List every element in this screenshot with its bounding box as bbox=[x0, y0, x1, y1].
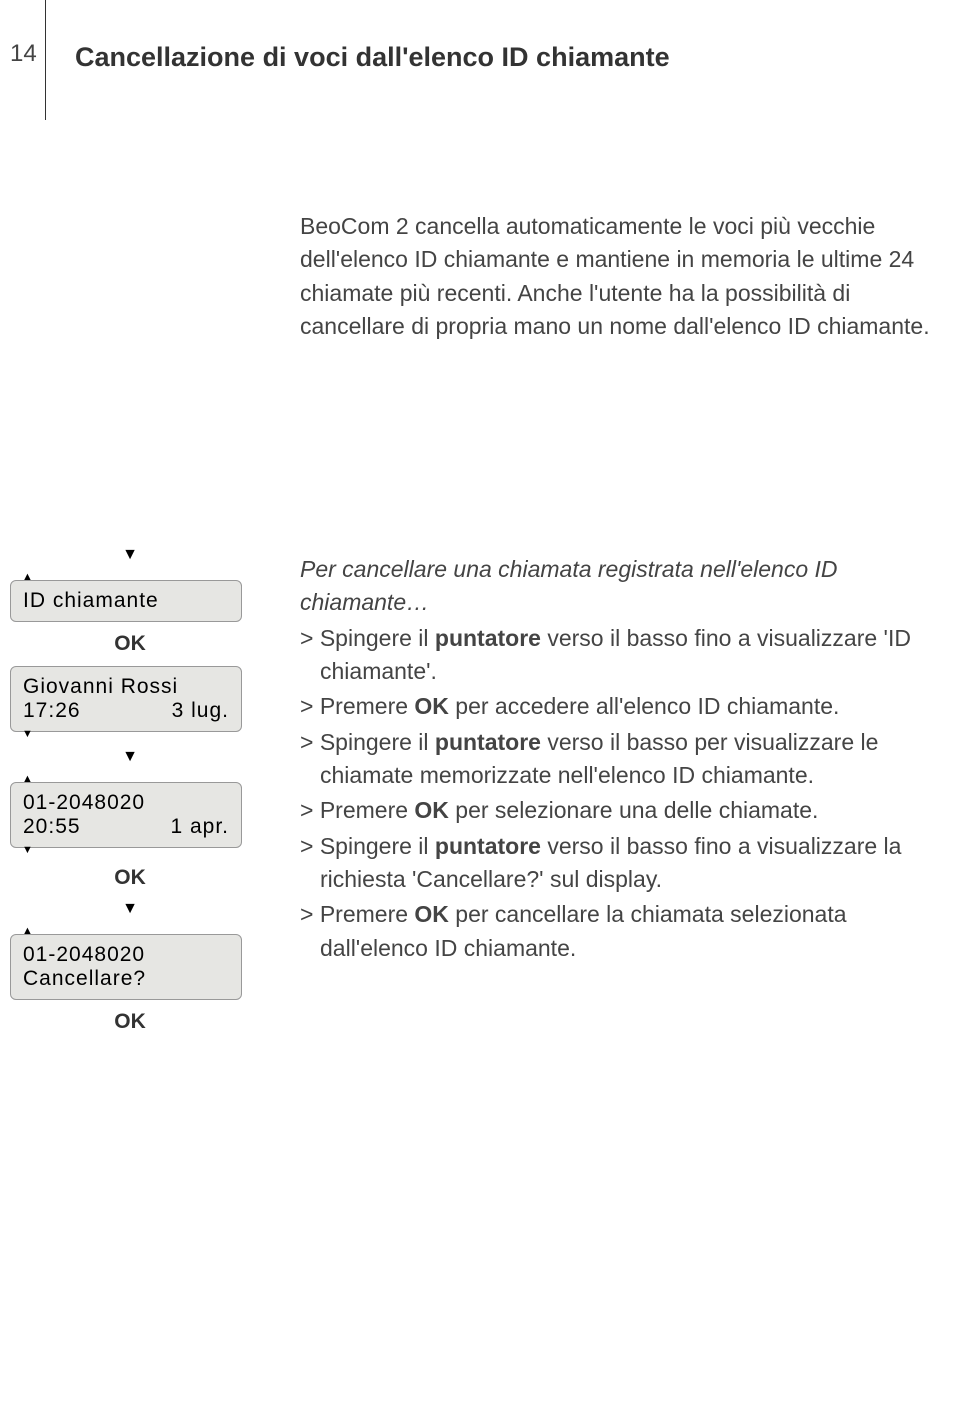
step-text: > Spingere il bbox=[300, 729, 435, 755]
left-column: ▼ ▲ ID chiamante OK Giovanni Rossi 17:26… bbox=[10, 540, 250, 1044]
step-3: > Spingere il puntatore verso il basso p… bbox=[300, 726, 960, 793]
margin-rule bbox=[45, 0, 46, 120]
right-column: Per cancellare una chiamata registrata n… bbox=[300, 553, 960, 967]
lcd-line: 01-2048020 bbox=[23, 791, 229, 815]
step-text: > Premere bbox=[300, 797, 414, 823]
lcd-line: Cancellare? bbox=[23, 967, 229, 991]
lcd-date: 1 apr. bbox=[170, 815, 229, 839]
lcd-screen-1: ID chiamante bbox=[10, 580, 242, 622]
lcd-time: 20:55 bbox=[23, 815, 81, 839]
intro-paragraph: BeoCom 2 cancella automaticamente le voc… bbox=[300, 210, 930, 343]
triangle-down-icon: ▼ bbox=[10, 546, 250, 564]
lcd-screen-3: 01-2048020 20:55 1 apr. bbox=[10, 782, 242, 848]
step-bold: puntatore bbox=[435, 729, 541, 755]
lcd-line: Giovanni Rossi bbox=[23, 675, 229, 699]
lcd-screen-2: Giovanni Rossi 17:26 3 lug. bbox=[10, 666, 242, 732]
page-heading: Cancellazione di voci dall'elenco ID chi… bbox=[75, 38, 715, 77]
step-4: > Premere OK per selezionare una delle c… bbox=[300, 794, 960, 827]
lcd-line: 20:55 1 apr. bbox=[23, 815, 229, 839]
lcd-line: 01-2048020 bbox=[23, 943, 229, 967]
lcd-date: 3 lug. bbox=[172, 699, 229, 723]
step-1: > Spingere il puntatore verso il basso f… bbox=[300, 622, 960, 689]
step-bold: OK bbox=[414, 901, 449, 927]
step-5: > Spingere il puntatore verso il basso f… bbox=[300, 830, 960, 897]
step-2: > Premere OK per accedere all'elenco ID … bbox=[300, 690, 960, 723]
step-text: > Spingere il bbox=[300, 625, 435, 651]
step-6: > Premere OK per cancellare la chiamata … bbox=[300, 898, 960, 965]
step-bold: puntatore bbox=[435, 833, 541, 859]
step-bold: puntatore bbox=[435, 625, 541, 651]
triangle-down-icon: ▼ bbox=[22, 729, 250, 740]
lcd-screen-4: 01-2048020 Cancellare? bbox=[10, 934, 242, 1000]
ok-label: OK bbox=[10, 632, 250, 656]
lcd-line: ID chiamante bbox=[23, 589, 229, 613]
step-bold: OK bbox=[414, 693, 449, 719]
sub-heading: Per cancellare una chiamata registrata n… bbox=[300, 553, 960, 620]
step-text: > Premere bbox=[300, 901, 414, 927]
step-text: > Premere bbox=[300, 693, 414, 719]
lcd-time: 17:26 bbox=[23, 699, 81, 723]
triangle-down-icon: ▼ bbox=[10, 748, 250, 766]
triangle-down-icon: ▼ bbox=[22, 845, 250, 856]
step-text: > Spingere il bbox=[300, 833, 435, 859]
ok-label: OK bbox=[10, 866, 250, 890]
step-bold: OK bbox=[414, 797, 449, 823]
ok-label: OK bbox=[10, 1010, 250, 1034]
step-text: per accedere all'elenco ID chiamante. bbox=[449, 693, 840, 719]
lcd-line: 17:26 3 lug. bbox=[23, 699, 229, 723]
page-number: 14 bbox=[10, 40, 37, 68]
triangle-down-icon: ▼ bbox=[10, 900, 250, 918]
step-text: per selezionare una delle chiamate. bbox=[449, 797, 819, 823]
